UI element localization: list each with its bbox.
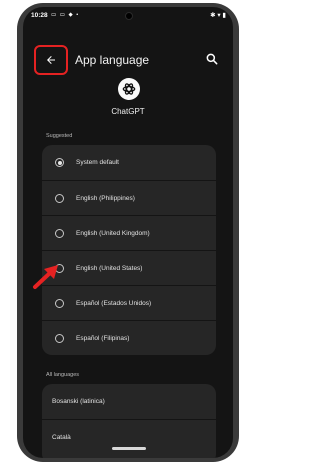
gesture-bar[interactable] — [112, 447, 146, 450]
back-button[interactable] — [34, 45, 68, 75]
language-label: Bosanski (latinica) — [52, 398, 105, 405]
language-option[interactable]: Español (Estados Unidos) — [42, 285, 216, 320]
radio-button[interactable] — [55, 229, 64, 238]
screen: 10:28 ▭ ▭ ◆ • ✱ ▾ ▮ App language ChatGPT… — [23, 7, 233, 458]
section-label-suggested: Suggested — [46, 133, 73, 139]
app-name: ChatGPT — [111, 107, 145, 116]
language-label: English (United States) — [76, 264, 143, 272]
language-option[interactable]: Bosanski (latinica) — [42, 384, 216, 419]
language-option[interactable]: English (United Kingdom) — [42, 215, 216, 250]
radio-button[interactable] — [55, 334, 64, 343]
language-label: English (Philippines) — [76, 194, 135, 202]
suggested-languages-list: System default English (Philippines) Eng… — [42, 145, 216, 355]
language-label: English (United Kingdom) — [76, 229, 150, 237]
section-label-all-languages: All languages — [46, 372, 80, 378]
language-option[interactable]: System default — [42, 145, 216, 180]
radio-button[interactable] — [55, 194, 64, 203]
pointer-arrow-icon — [33, 265, 58, 289]
language-label: Español (Filipinas) — [76, 334, 130, 342]
radio-button[interactable] — [55, 299, 64, 308]
arrow-left-icon — [47, 56, 55, 64]
language-option[interactable]: Español (Filipinas) — [42, 320, 216, 355]
system-icons: ✱ ▾ ▮ — [210, 12, 226, 19]
openai-logo-icon — [118, 78, 140, 100]
front-camera — [125, 12, 133, 20]
notification-icons: ▭ ▭ ◆ • — [51, 12, 80, 18]
radio-button-selected[interactable] — [55, 158, 64, 167]
language-label: System default — [76, 159, 119, 166]
page-title: App language — [75, 53, 150, 67]
language-option[interactable]: English (United States) — [42, 250, 216, 285]
language-option[interactable]: English (Philippines) — [42, 180, 216, 215]
search-icon[interactable] — [205, 52, 219, 66]
language-label: Español (Estados Unidos) — [76, 299, 152, 307]
language-label: Català — [52, 433, 71, 441]
status-time: 10:28 — [31, 12, 48, 19]
